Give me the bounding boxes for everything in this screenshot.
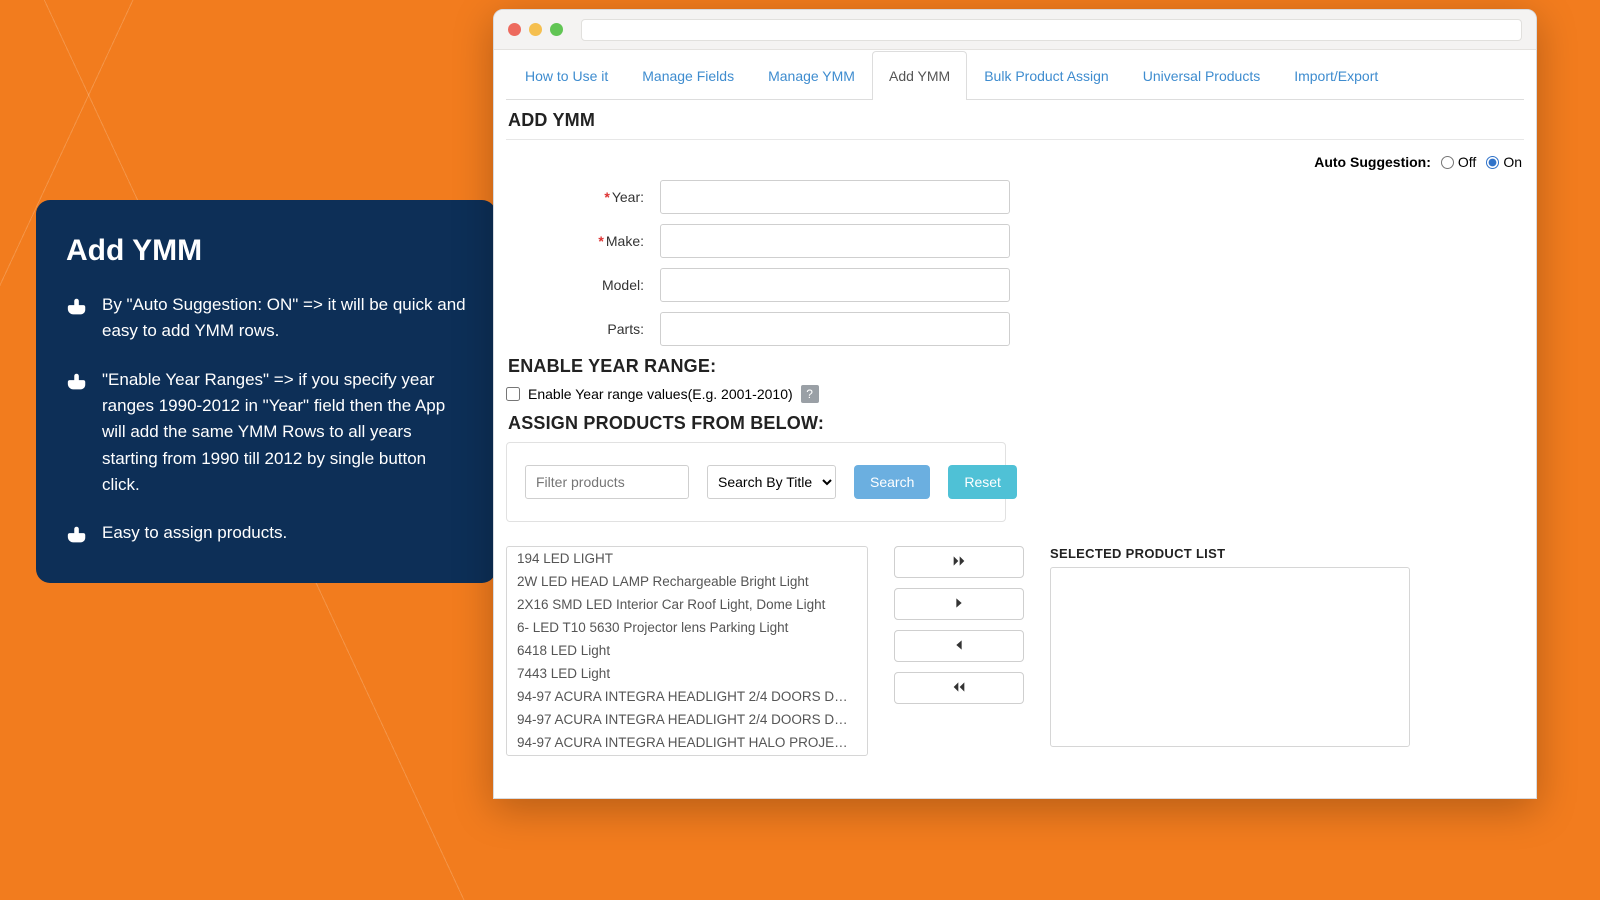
tab-universal-products[interactable]: Universal Products: [1126, 51, 1278, 100]
row-model: Model:: [506, 268, 1524, 302]
year-range-row: Enable Year range values(E.g. 2001-2010)…: [506, 385, 1524, 403]
callout-item: Easy to assign products.: [66, 520, 466, 546]
list-item[interactable]: 94-97 ACURA INTEGRA HEADLIGHT 2/4 DOORS …: [507, 708, 867, 731]
tab-bulk-assign[interactable]: Bulk Product Assign: [967, 51, 1126, 100]
radio-off[interactable]: [1441, 156, 1454, 169]
auto-suggestion-label: Auto Suggestion:: [1314, 154, 1431, 170]
maximize-icon[interactable]: [550, 23, 563, 36]
divider: [506, 139, 1524, 140]
input-make[interactable]: [660, 224, 1010, 258]
callout-item: By "Auto Suggestion: ON" => it will be q…: [66, 292, 466, 345]
tab-how-to-use[interactable]: How to Use it: [508, 51, 625, 100]
list-item[interactable]: 2W LED HEAD LAMP Rechargeable Bright Lig…: [507, 570, 867, 593]
list-item[interactable]: 6- LED T10 5630 Projector lens Parking L…: [507, 616, 867, 639]
tab-manage-ymm[interactable]: Manage YMM: [751, 51, 872, 100]
chevron-left-icon: [951, 637, 967, 656]
search-button[interactable]: Search: [854, 465, 930, 499]
pointing-hand-icon: [66, 292, 88, 345]
move-right-button[interactable]: [894, 588, 1024, 620]
tab-add-ymm[interactable]: Add YMM: [872, 51, 967, 100]
address-bar[interactable]: [581, 19, 1522, 41]
tab-manage-fields[interactable]: Manage Fields: [625, 51, 751, 100]
chevron-right-icon: [951, 595, 967, 614]
transfer-buttons: [894, 546, 1024, 756]
pointing-hand-icon: [66, 367, 88, 499]
callout-title: Add YMM: [66, 234, 466, 268]
callout-list: By "Auto Suggestion: ON" => it will be q…: [66, 292, 466, 547]
radio-on[interactable]: [1486, 156, 1499, 169]
filter-input[interactable]: [525, 465, 689, 499]
list-item[interactable]: 94-97 ACURA INTEGRA HEADLIGHT 2/4 DOORS …: [507, 685, 867, 708]
label-model: Model:: [506, 277, 646, 293]
list-item[interactable]: 94-97 ACURA INTEGRA HEADLIGHT HALO PROJE…: [507, 731, 867, 754]
filter-select[interactable]: Search By Title: [707, 465, 836, 499]
heading-selected: SELECTED PRODUCT LIST: [1050, 546, 1524, 561]
auto-suggestion-row: Auto Suggestion: Off On: [508, 154, 1522, 170]
dual-list: 194 LED LIGHT2W LED HEAD LAMP Rechargeab…: [506, 546, 1524, 756]
close-icon[interactable]: [508, 23, 521, 36]
label-year: *Year:: [506, 189, 646, 205]
list-item[interactable]: 6418 LED Light: [507, 639, 867, 662]
help-icon[interactable]: ?: [801, 385, 819, 403]
selected-products-list[interactable]: [1050, 567, 1410, 747]
browser-window: How to Use it Manage Fields Manage YMM A…: [493, 9, 1537, 799]
selected-column: SELECTED PRODUCT LIST: [1050, 546, 1524, 756]
window-titlebar: [494, 10, 1536, 50]
row-parts: Parts:: [506, 312, 1524, 346]
double-chevron-left-icon: [951, 679, 967, 698]
row-year: *Year:: [506, 180, 1524, 214]
label-parts: Parts:: [506, 321, 646, 337]
move-left-button[interactable]: [894, 630, 1024, 662]
input-year[interactable]: [660, 180, 1010, 214]
callout-text: By "Auto Suggestion: ON" => it will be q…: [102, 292, 466, 345]
auto-suggestion-on[interactable]: On: [1486, 154, 1522, 170]
input-parts[interactable]: [660, 312, 1010, 346]
input-model[interactable]: [660, 268, 1010, 302]
available-products-list[interactable]: 194 LED LIGHT2W LED HEAD LAMP Rechargeab…: [506, 546, 868, 756]
checkbox-year-range[interactable]: [506, 387, 520, 401]
pointing-hand-icon: [66, 520, 88, 546]
minimize-icon[interactable]: [529, 23, 542, 36]
auto-suggestion-off[interactable]: Off: [1441, 154, 1476, 170]
move-all-left-button[interactable]: [894, 672, 1024, 704]
callout-text: "Enable Year Ranges" => if you specify y…: [102, 367, 466, 499]
move-all-right-button[interactable]: [894, 546, 1024, 578]
checkbox-year-range-label: Enable Year range values(E.g. 2001-2010): [528, 386, 793, 402]
list-item[interactable]: 194 LED LIGHT: [507, 547, 867, 570]
filter-panel: Search By Title Search Reset: [506, 442, 1006, 522]
tab-bar: How to Use it Manage Fields Manage YMM A…: [506, 50, 1524, 100]
heading-add-ymm: ADD YMM: [508, 110, 1524, 131]
callout-item: "Enable Year Ranges" => if you specify y…: [66, 367, 466, 499]
list-item[interactable]: 7443 LED Light: [507, 662, 867, 685]
info-callout: Add YMM By "Auto Suggestion: ON" => it w…: [36, 200, 496, 583]
label-make: *Make:: [506, 233, 646, 249]
page-content: How to Use it Manage Fields Manage YMM A…: [494, 50, 1536, 798]
callout-text: Easy to assign products.: [102, 520, 287, 546]
list-item[interactable]: 2X16 SMD LED Interior Car Roof Light, Do…: [507, 593, 867, 616]
heading-assign: ASSIGN PRODUCTS FROM BELOW:: [508, 413, 1524, 434]
double-chevron-right-icon: [951, 553, 967, 572]
tab-import-export[interactable]: Import/Export: [1277, 51, 1395, 100]
reset-button[interactable]: Reset: [948, 465, 1017, 499]
row-make: *Make:: [506, 224, 1524, 258]
heading-enable-range: ENABLE YEAR RANGE:: [508, 356, 1524, 377]
